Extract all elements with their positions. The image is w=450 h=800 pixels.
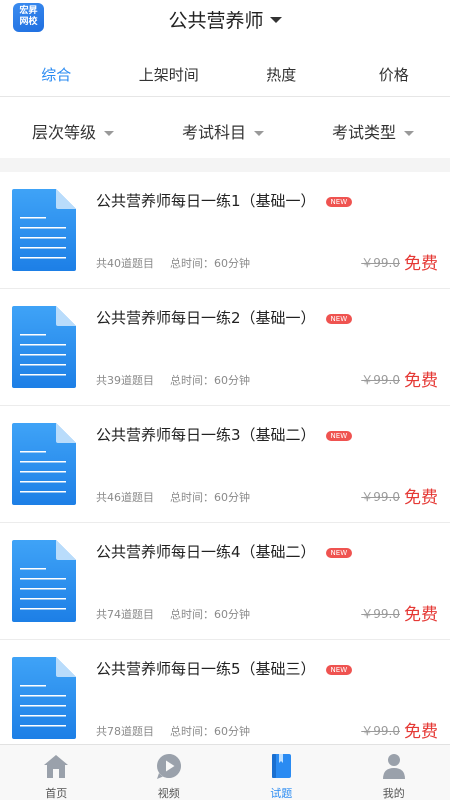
bottom-nav: 首页 视频 试题 我的 xyxy=(0,744,450,800)
filter-level-label: 层次等级 xyxy=(32,123,97,142)
list-item[interactable]: 公共营养师每日一练5（基础三） NEW 共78道题目 总时间：60分钟 ￥99.0 免… xyxy=(0,640,450,757)
original-price: ￥99.0 xyxy=(361,607,400,621)
home-icon xyxy=(44,755,69,778)
document-icon xyxy=(12,423,76,505)
item-title-text: 公共营养师每日一练1（基础一） xyxy=(96,192,316,210)
caret-down-icon xyxy=(254,131,265,136)
price-block: ￥99.0 免费 xyxy=(361,717,438,742)
nav-questions-label: 试题 xyxy=(270,787,293,800)
filter-subject-label: 考试科目 xyxy=(182,123,247,142)
section-gap xyxy=(0,158,450,172)
nav-profile-label: 我的 xyxy=(382,787,405,800)
item-meta: 共40道题目 总时间：60分钟 xyxy=(96,255,250,271)
question-count: 共74道题目 xyxy=(96,608,154,621)
tab-popularity[interactable]: 热度 xyxy=(225,56,338,94)
original-price: ￥99.0 xyxy=(361,373,400,387)
nav-questions[interactable]: 试题 xyxy=(225,745,338,800)
price-block: ￥99.0 免费 xyxy=(361,600,438,625)
document-icon xyxy=(12,306,76,388)
current-price: 免费 xyxy=(404,254,438,274)
caret-down-icon xyxy=(104,131,115,136)
divider xyxy=(0,96,450,97)
nav-video[interactable]: 视频 xyxy=(113,745,226,800)
item-title: 公共营养师每日一练2（基础一） NEW xyxy=(96,307,353,328)
nav-home[interactable]: 首页 xyxy=(0,745,113,800)
current-price: 免费 xyxy=(404,605,438,625)
list-item[interactable]: 公共营养师每日一练4（基础二） NEW 共74道题目 总时间：60分钟 ￥99.0 免… xyxy=(0,523,450,640)
document-icon xyxy=(12,657,76,739)
page-title: 公共营养师 xyxy=(168,10,264,32)
item-title: 公共营养师每日一练3（基础二） NEW xyxy=(96,424,353,445)
new-badge: NEW xyxy=(325,314,353,324)
app-header: 宏昇 网校 公共营养师 xyxy=(0,0,450,38)
item-meta: 共39道题目 总时间：60分钟 xyxy=(96,372,250,388)
list-item[interactable]: 公共营养师每日一练2（基础一） NEW 共39道题目 总时间：60分钟 ￥99.0 免… xyxy=(0,289,450,406)
total-time: 总时间：60分钟 xyxy=(170,491,250,504)
original-price: ￥99.0 xyxy=(361,490,400,504)
item-title: 公共营养师每日一练4（基础二） NEW xyxy=(96,541,353,562)
item-title: 公共营养师每日一练1（基础一） NEW xyxy=(96,190,353,211)
price-block: ￥99.0 免费 xyxy=(361,483,438,508)
document-icon xyxy=(12,540,76,622)
new-badge: NEW xyxy=(325,431,353,441)
current-price: 免费 xyxy=(404,488,438,508)
question-count: 共39道题目 xyxy=(96,374,154,387)
item-meta: 共74道题目 总时间：60分钟 xyxy=(96,606,250,622)
document-icon xyxy=(12,189,76,271)
current-price: 免费 xyxy=(404,722,438,742)
item-title-text: 公共营养师每日一练5（基础三） xyxy=(96,660,316,678)
question-count: 共78道题目 xyxy=(96,725,154,738)
price-block: ￥99.0 免费 xyxy=(361,249,438,274)
filter-bar: 层次等级 考试科目 考试类型 xyxy=(0,112,450,154)
nav-home-label: 首页 xyxy=(45,787,68,800)
filter-level[interactable]: 层次等级 xyxy=(32,112,115,154)
tab-comprehensive[interactable]: 综合 xyxy=(0,56,113,94)
title-dropdown[interactable]: 公共营养师 xyxy=(0,6,450,33)
current-price: 免费 xyxy=(404,371,438,391)
list-item[interactable]: 公共营养师每日一练1（基础一） NEW 共40道题目 总时间：60分钟 ￥99.0 免… xyxy=(0,172,450,289)
question-count: 共46道题目 xyxy=(96,491,154,504)
item-meta: 共46道题目 总时间：60分钟 xyxy=(96,489,250,505)
original-price: ￥99.0 xyxy=(361,256,400,270)
user-icon xyxy=(382,754,405,779)
item-meta: 共78道题目 总时间：60分钟 xyxy=(96,723,250,739)
list-item[interactable]: 公共营养师每日一练3（基础二） NEW 共46道题目 总时间：60分钟 ￥99.0 免… xyxy=(0,406,450,523)
video-icon xyxy=(156,754,181,779)
tab-price[interactable]: 价格 xyxy=(338,56,450,94)
new-badge: NEW xyxy=(325,665,353,675)
item-title-text: 公共营养师每日一练4（基础二） xyxy=(96,543,316,561)
total-time: 总时间：60分钟 xyxy=(170,608,250,621)
total-time: 总时间：60分钟 xyxy=(170,725,250,738)
sort-tabs: 综合 上架时间 热度 价格 xyxy=(0,56,450,94)
total-time: 总时间：60分钟 xyxy=(170,374,250,387)
item-title-text: 公共营养师每日一练3（基础二） xyxy=(96,426,316,444)
caret-down-icon xyxy=(404,131,415,136)
original-price: ￥99.0 xyxy=(361,724,400,738)
nav-profile[interactable]: 我的 xyxy=(338,745,450,800)
exercise-list: 公共营养师每日一练1（基础一） NEW 共40道题目 总时间：60分钟 ￥99.0 免… xyxy=(0,172,450,757)
new-badge: NEW xyxy=(325,197,353,207)
item-title: 公共营养师每日一练5（基础三） NEW xyxy=(96,658,353,679)
question-count: 共40道题目 xyxy=(96,257,154,270)
filter-exam-type[interactable]: 考试类型 xyxy=(332,112,415,154)
filter-subject[interactable]: 考试科目 xyxy=(182,112,265,154)
book-icon xyxy=(272,754,292,778)
price-block: ￥99.0 免费 xyxy=(361,366,438,391)
total-time: 总时间：60分钟 xyxy=(170,257,250,270)
item-title-text: 公共营养师每日一练2（基础一） xyxy=(96,309,316,327)
filter-exam-type-label: 考试类型 xyxy=(332,123,397,142)
new-badge: NEW xyxy=(325,548,353,558)
chevron-down-icon xyxy=(269,16,282,23)
tab-listing-time[interactable]: 上架时间 xyxy=(113,56,226,94)
nav-video-label: 视频 xyxy=(157,787,180,800)
